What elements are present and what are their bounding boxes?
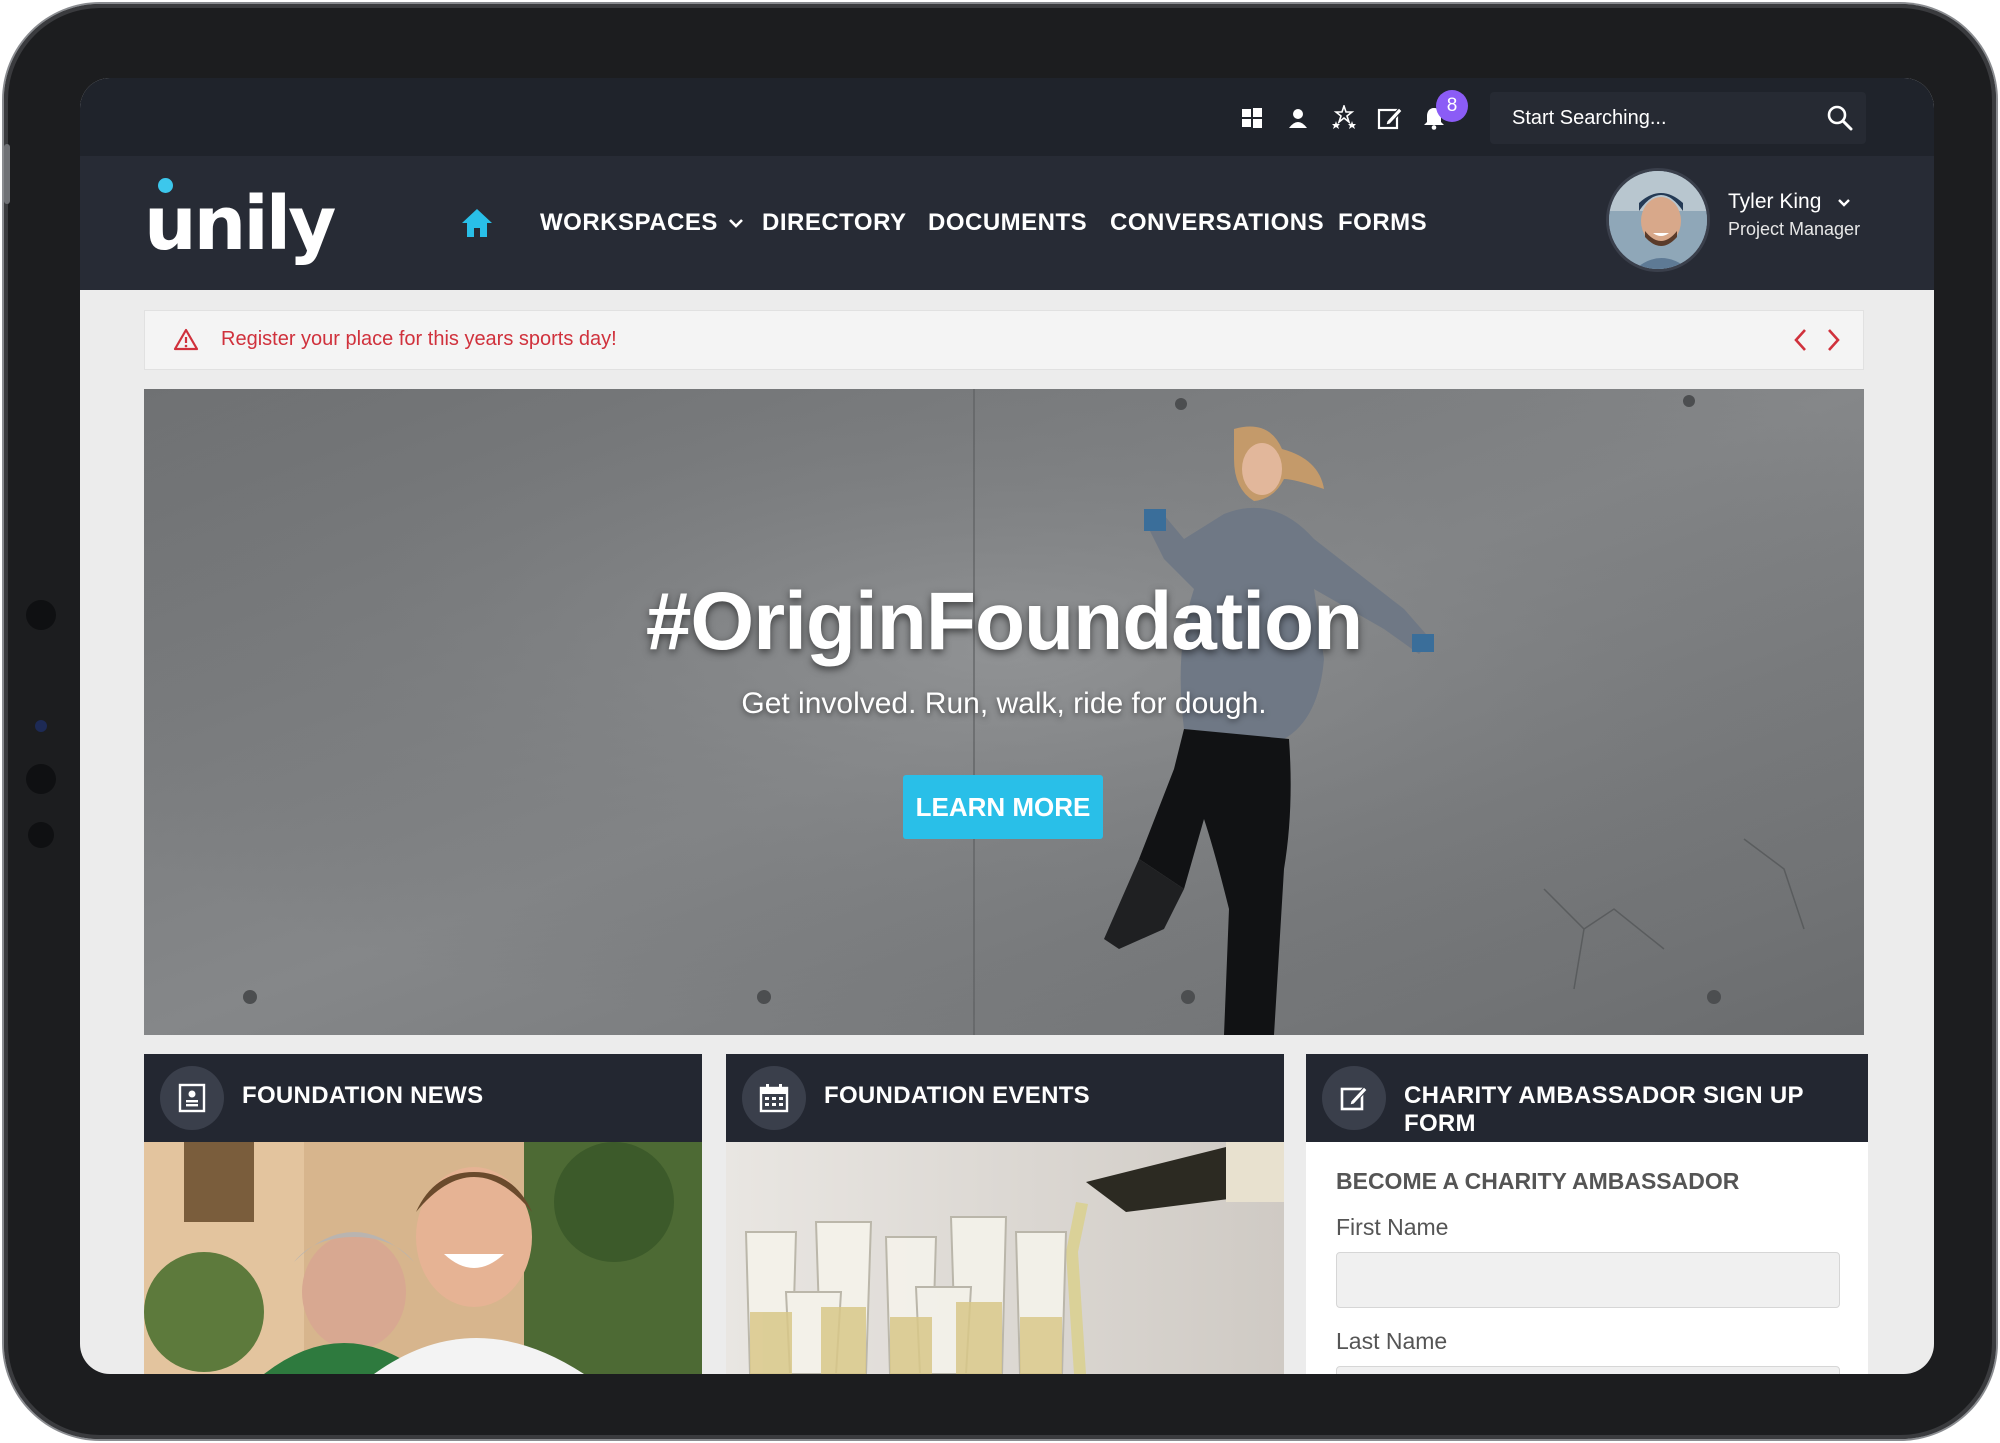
nav-documents[interactable]: DOCUMENTS xyxy=(928,206,1087,240)
card-title[interactable]: CHARITY AMBASSADOR SIGN UP FORM xyxy=(1404,1082,1868,1138)
hero-banner: #OriginFoundation Get involved. Run, wal… xyxy=(144,389,1864,1035)
unily-logo[interactable]: unily xyxy=(144,184,336,264)
tablet-frame: 8 unily WORKSPACES DIRECTORY D xyxy=(4,4,1996,1439)
search-icon[interactable] xyxy=(1826,104,1854,132)
nav-directory[interactable]: DIRECTORY xyxy=(762,206,907,240)
chevron-down-icon xyxy=(728,206,744,240)
tablet-sensor xyxy=(28,822,54,848)
first-name-field[interactable] xyxy=(1336,1252,1840,1308)
logo-accent-dot xyxy=(158,178,173,193)
foundation-events-card: FOUNDATION EVENTS xyxy=(726,1054,1284,1374)
card-title[interactable]: FOUNDATION NEWS xyxy=(242,1082,483,1110)
edit-icon xyxy=(1322,1066,1386,1130)
tablet-camera xyxy=(35,720,47,732)
foundation-news-card: FOUNDATION NEWS xyxy=(144,1054,702,1374)
chevron-down-icon xyxy=(1837,190,1851,214)
user-name-text: Tyler King xyxy=(1728,190,1822,213)
last-name-label: Last Name xyxy=(1336,1328,1448,1354)
user-role: Project Manager xyxy=(1728,219,1861,239)
first-name-label: First Name xyxy=(1336,1214,1449,1240)
avatar[interactable] xyxy=(1606,168,1710,272)
card-header: CHARITY AMBASSADOR SIGN UP FORM xyxy=(1306,1054,1868,1142)
main-navigation: unily WORKSPACES DIRECTORY DOCUMENTS CON… xyxy=(80,156,1934,290)
stars-icon[interactable] xyxy=(1330,104,1358,132)
edit-icon[interactable] xyxy=(1376,104,1404,132)
warning-icon xyxy=(173,327,199,353)
charity-ambassador-card: CHARITY AMBASSADOR SIGN UP FORM BECOME A… xyxy=(1306,1054,1868,1374)
form-heading: BECOME A CHARITY AMBASSADOR xyxy=(1336,1168,1740,1194)
alert-banner: Register your place for this years sport… xyxy=(144,310,1864,370)
events-image[interactable] xyxy=(726,1142,1284,1374)
signup-form: BECOME A CHARITY AMBASSADOR First Name L… xyxy=(1306,1142,1868,1374)
news-image[interactable] xyxy=(144,1142,702,1374)
card-header: FOUNDATION NEWS xyxy=(144,1054,702,1142)
search-input[interactable] xyxy=(1490,92,1810,144)
hero-title: #OriginFoundation xyxy=(645,576,1363,667)
tablet-sensor xyxy=(26,764,56,794)
search-box xyxy=(1490,92,1866,144)
utility-bar: 8 xyxy=(80,78,1934,156)
user-icon[interactable] xyxy=(1284,104,1312,132)
calendar-icon xyxy=(742,1066,806,1130)
tablet-sensor xyxy=(26,600,56,630)
nav-workspaces[interactable]: WORKSPACES xyxy=(540,206,744,240)
card-title[interactable]: FOUNDATION EVENTS xyxy=(824,1082,1090,1110)
hero-subtitle: Get involved. Run, walk, ride for dough. xyxy=(741,687,1267,720)
nav-workspaces-label: WORKSPACES xyxy=(540,209,718,236)
chevron-left-icon[interactable] xyxy=(1791,327,1811,353)
card-header: FOUNDATION EVENTS xyxy=(726,1054,1284,1142)
windows-icon[interactable] xyxy=(1238,104,1266,132)
news-icon xyxy=(160,1066,224,1130)
nav-conversations[interactable]: CONVERSATIONS xyxy=(1110,206,1324,240)
home-icon[interactable] xyxy=(460,206,494,240)
learn-more-button[interactable]: LEARN MORE xyxy=(903,775,1103,839)
chevron-right-icon[interactable] xyxy=(1823,327,1843,353)
user-name[interactable]: Tyler King xyxy=(1728,190,1851,214)
screen: 8 unily WORKSPACES DIRECTORY D xyxy=(80,78,1934,1374)
nav-forms[interactable]: FORMS xyxy=(1338,206,1427,240)
last-name-field[interactable] xyxy=(1336,1366,1840,1374)
notification-badge[interactable]: 8 xyxy=(1436,90,1468,122)
alert-text[interactable]: Register your place for this years sport… xyxy=(221,328,617,351)
tablet-side-button xyxy=(4,144,10,204)
